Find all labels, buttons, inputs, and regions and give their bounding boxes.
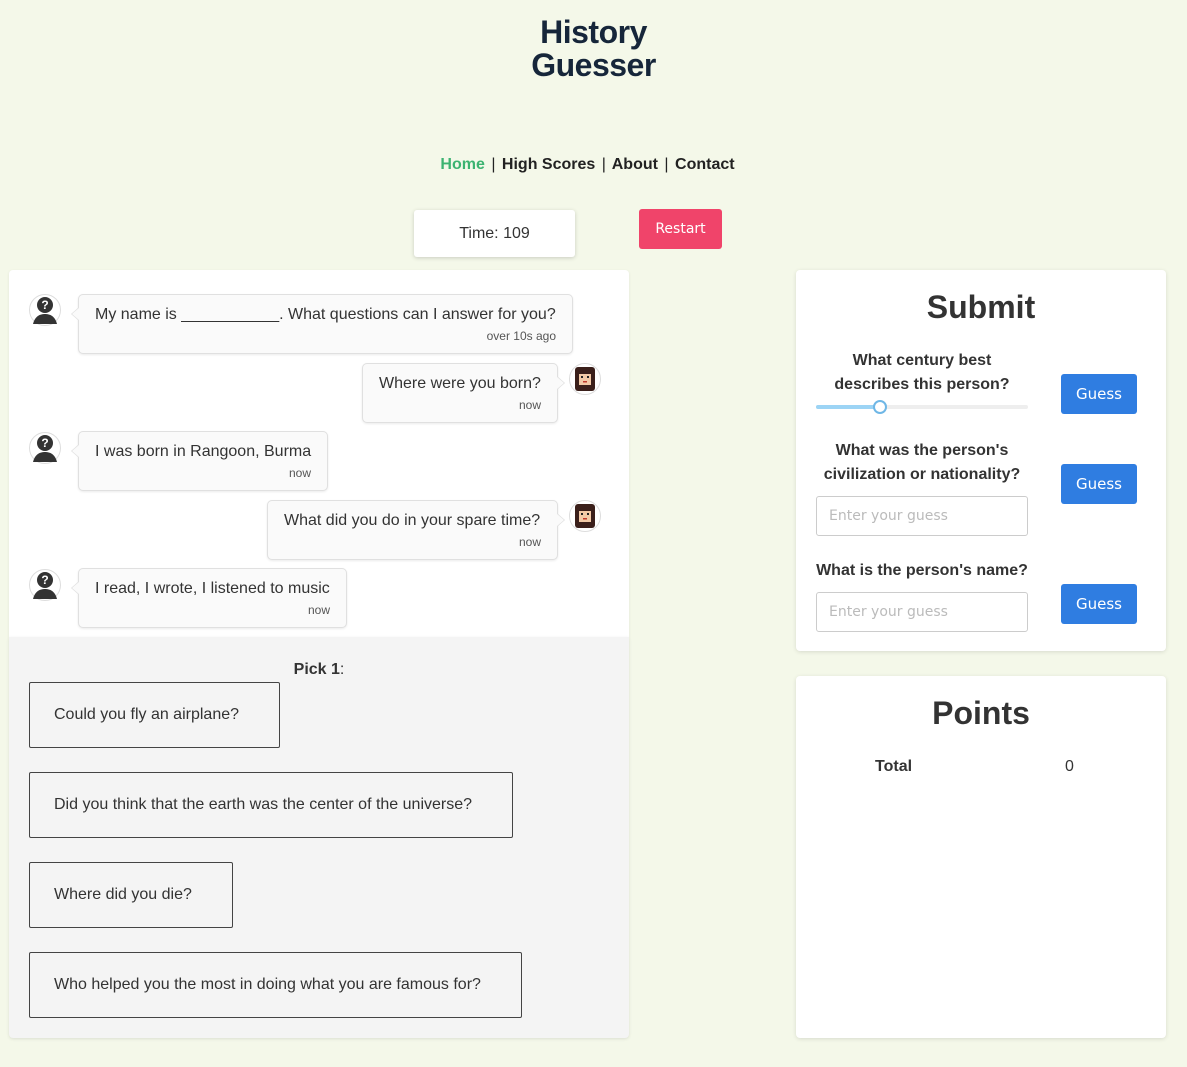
timer-text: Time: 109 — [459, 224, 530, 242]
nav-about[interactable]: About — [612, 156, 658, 173]
logo-line-2: Guesser — [531, 47, 656, 83]
guess-civilization-button[interactable]: Guess — [1061, 464, 1137, 504]
mystery-person-avatar-icon: ? — [29, 294, 61, 326]
chat-message-text: My name is ___________. What questions c… — [95, 306, 556, 323]
chat-message-time: now — [518, 398, 541, 412]
name-question: What is the person's name? — [816, 562, 1028, 579]
nav-separator: | — [664, 156, 669, 173]
question-option[interactable]: Could you fly an airplane? — [29, 682, 280, 748]
points-total-value: 0 — [1065, 758, 1074, 775]
chat-message-figure: My name is ___________. What questions c… — [71, 294, 573, 354]
chat-message-time: now — [288, 466, 311, 480]
player-avatar-icon — [569, 500, 601, 532]
century-slider-fill — [816, 405, 880, 409]
chat-message-text: I read, I wrote, I listened to music — [95, 580, 330, 597]
points-card: Points — [796, 676, 1166, 1038]
submit-title: Submit — [926, 289, 1036, 325]
mystery-person-avatar-icon: ? — [29, 432, 61, 464]
century-slider[interactable] — [816, 400, 1028, 414]
chat-message-player: Where were you born? now — [362, 363, 565, 423]
century-question-line-2: describes this person? — [834, 376, 1010, 393]
chat-message-figure: I read, I wrote, I listened to music now — [71, 568, 347, 628]
nav-separator: | — [491, 156, 496, 173]
restart-button[interactable]: Restart — [639, 209, 722, 249]
logo: History Guesser — [0, 16, 1187, 82]
logo-line-1: History — [540, 14, 647, 50]
civilization-question-line-1: What was the person's — [835, 442, 1009, 459]
chat-message-time: over 10s ago — [486, 329, 556, 343]
guess-name-button[interactable]: Guess — [1061, 584, 1137, 624]
nav-high-scores[interactable]: High Scores — [502, 156, 595, 173]
question-picker: Pick 1: Could you fly an airplane? Did y… — [9, 637, 629, 1038]
svg-text:?: ? — [41, 298, 48, 312]
question-option[interactable]: Who helped you the most in doing what yo… — [29, 952, 522, 1018]
points-total-label: Total — [875, 758, 913, 775]
picks-title: Pick 1: — [9, 661, 629, 679]
question-option[interactable]: Where did you die? — [29, 862, 233, 928]
civilization-question: What was the person's civilization or na… — [816, 439, 1028, 487]
nav-separator: | — [601, 156, 606, 173]
century-question-line-1: What century best — [852, 352, 992, 369]
points-title: Points — [932, 695, 1030, 731]
century-question: What century best describes this person? — [816, 349, 1028, 397]
nav-contact[interactable]: Contact — [675, 156, 735, 173]
picks-title-bold: Pick 1 — [293, 661, 340, 678]
question-option[interactable]: Did you think that the earth was the cen… — [29, 772, 513, 838]
mystery-person-avatar-icon: ? — [29, 569, 61, 601]
civilization-question-line-2: civilization or nationality? — [823, 466, 1021, 483]
chat-message-text: Where were you born? — [379, 375, 541, 392]
main-nav: Home | High Scores | About | Contact — [0, 156, 1175, 174]
nav-home[interactable]: Home — [440, 156, 484, 173]
chat-message-time: now — [518, 535, 541, 549]
chat-message-time: now — [307, 603, 330, 617]
chat-message-text: I was born in Rangoon, Burma — [95, 443, 312, 460]
timer: Time: 109 — [414, 210, 575, 257]
chat-panel: ? My name is ___________. What questions… — [9, 270, 629, 637]
player-avatar-icon — [569, 363, 601, 395]
name-input[interactable] — [816, 592, 1028, 632]
chat-message-player: What did you do in your spare time? now — [267, 500, 565, 560]
century-slider-thumb[interactable] — [872, 400, 887, 414]
chat-message-figure: I was born in Rangoon, Burma now — [71, 431, 328, 491]
guess-century-button[interactable]: Guess — [1061, 374, 1137, 414]
chat-message-text: What did you do in your spare time? — [284, 512, 541, 529]
svg-text:?: ? — [41, 436, 48, 450]
svg-text:?: ? — [41, 573, 48, 587]
picks-title-suffix: : — [339, 661, 345, 678]
civilization-input[interactable] — [816, 496, 1028, 536]
